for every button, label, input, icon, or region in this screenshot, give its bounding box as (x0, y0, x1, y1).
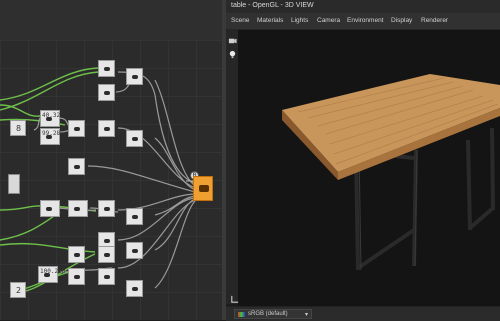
table-model (282, 74, 500, 271)
graph-node[interactable] (126, 242, 143, 259)
output-port-icon (199, 185, 209, 192)
chevron-down-icon: ▾ (304, 311, 308, 318)
menu-lights[interactable]: Lights (291, 17, 308, 24)
menu-materials[interactable]: Materials (257, 17, 283, 24)
view-menubar: Scene Materials Lights Camera Environmen… (226, 13, 500, 30)
axis-icon[interactable] (230, 295, 239, 304)
graph-node[interactable]: 8 (10, 120, 26, 136)
graph-node[interactable] (98, 60, 115, 77)
menu-display[interactable]: Display (391, 17, 412, 24)
node-port-icon (104, 253, 110, 257)
node-port-icon (104, 67, 110, 71)
graph-node[interactable]: 40.32 (40, 110, 60, 127)
node-graph-panel[interactable]: 40.32 99.28 8 100.200 2 B (0, 0, 222, 320)
graph-node[interactable] (126, 130, 143, 147)
graph-node[interactable] (98, 246, 115, 263)
view-toolstrip (226, 30, 238, 304)
graph-node[interactable] (126, 68, 143, 85)
view-statusbar: sRGB (default) ▾ (226, 295, 500, 321)
node-port-icon (74, 207, 80, 211)
node-port-icon (74, 275, 80, 279)
graph-node[interactable] (40, 200, 60, 217)
graph-node[interactable] (68, 268, 85, 285)
graph-node[interactable] (68, 158, 85, 175)
view-titlebar: table - OpenGL - 3D VIEW (226, 0, 500, 13)
camera-icon[interactable] (228, 36, 237, 45)
colorspace-icon (238, 312, 245, 317)
graph-node[interactable] (98, 200, 115, 217)
menu-environment[interactable]: Environment (347, 17, 384, 24)
graph-node[interactable] (68, 246, 85, 263)
node-label: 8 (16, 124, 22, 133)
graph-node[interactable]: 100.200 (38, 266, 65, 283)
colorspace-select[interactable]: sRGB (default) ▾ (234, 309, 312, 319)
graph-node[interactable] (68, 120, 85, 137)
node-port-icon (74, 253, 80, 257)
node-port-icon (104, 275, 110, 279)
3d-viewport[interactable] (238, 30, 500, 306)
graph-node[interactable]: 2 (10, 282, 26, 298)
graph-node[interactable] (126, 280, 143, 297)
menu-renderer[interactable]: Renderer (421, 17, 448, 24)
node-label: 2 (16, 286, 22, 295)
graph-node[interactable] (98, 84, 115, 101)
node-port-icon (132, 215, 138, 219)
colorspace-label: sRGB (default) (248, 311, 288, 317)
graph-node[interactable] (126, 208, 143, 225)
node-port-icon (104, 91, 110, 95)
node-port-icon (74, 127, 80, 131)
3d-view-panel: table - OpenGL - 3D VIEW Scene Materials… (226, 0, 500, 321)
node-port-icon (132, 287, 138, 291)
node-port-icon (132, 137, 138, 141)
menu-scene[interactable]: Scene (231, 17, 249, 24)
graph-node[interactable] (98, 120, 115, 137)
node-port-icon (132, 249, 138, 253)
node-port-icon (74, 165, 80, 169)
light-bulb-icon[interactable] (228, 50, 237, 59)
output-node[interactable] (193, 176, 213, 201)
node-label: 100.200 (40, 268, 66, 275)
menu-camera[interactable]: Camera (317, 17, 340, 24)
node-port-icon (46, 207, 52, 211)
node-label: 40.32 (42, 112, 61, 119)
graph-node[interactable] (8, 174, 20, 194)
app-root: 40.32 99.28 8 100.200 2 B table - OpenGL… (0, 0, 500, 321)
node-port-icon (104, 207, 110, 211)
graph-node[interactable] (98, 268, 115, 285)
node-port-icon (104, 239, 110, 243)
view-title: table - OpenGL - 3D VIEW (231, 2, 314, 9)
graph-node[interactable] (68, 200, 88, 217)
node-port-icon (104, 127, 110, 131)
graph-node[interactable]: 99.28 (40, 128, 60, 145)
node-label: 99.28 (42, 130, 61, 137)
node-port-icon (132, 75, 138, 79)
